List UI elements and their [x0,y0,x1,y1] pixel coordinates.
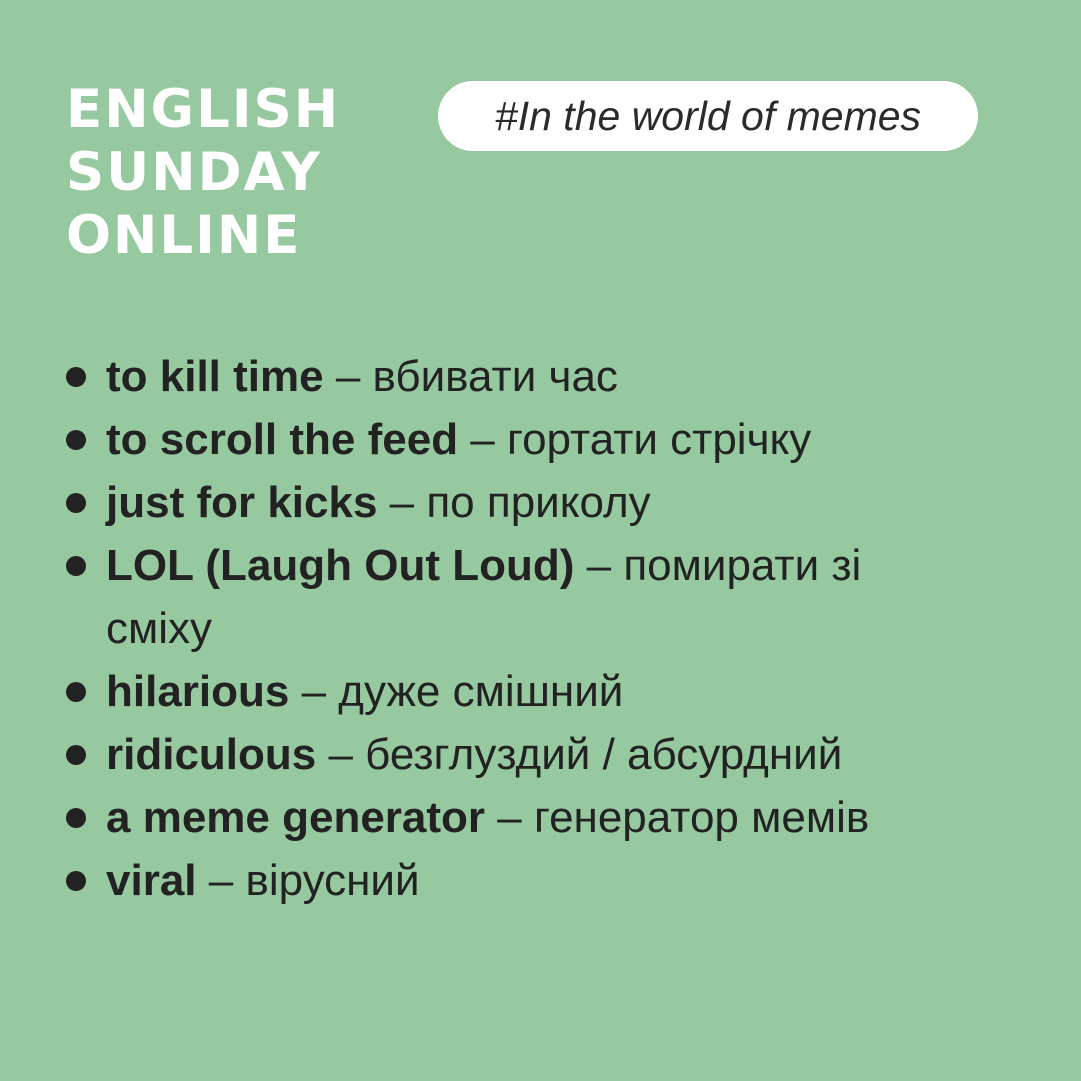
vocab-term: LOL (Laugh Out Loud) [106,541,575,590]
vocab-item: viral – вірусний [66,849,1046,912]
vocab-item: a meme generator – генератор мемів [66,786,1046,849]
vocab-translation: по приколу [426,478,651,527]
vocab-term: to scroll the feed [106,415,459,464]
vocab-item: to kill time – вбивати час [66,345,1046,408]
vocabulary-list: to kill time – вбивати час to scroll the… [66,345,1046,912]
vocab-translation: безглуздий / абсурдний [365,730,843,779]
vocab-item: hilarious – дуже смішний [66,660,1046,723]
topic-tag: #In the world of memes [438,81,978,151]
vocab-term: a meme generator [106,793,486,842]
vocab-separator: – [458,415,507,464]
vocab-separator: – [289,667,339,716]
brand-line-1: ENGLISH [66,79,341,140]
vocab-item: to scroll the feed – гортати стрічку [66,408,836,471]
vocab-translation: дуже смішний [338,667,624,716]
vocab-translation: вбивати час [372,352,618,401]
vocab-item: LOL (Laugh Out Loud) – помирати зі сміху [66,534,966,660]
brand-line-2: SUNDAY [66,142,322,203]
bullet-icon [66,367,86,387]
vocab-item: just for kicks – по приколу [66,471,1046,534]
vocab-separator: – [323,352,373,401]
bullet-icon [66,556,86,576]
vocab-translation: гортати стрічку [507,415,812,464]
vocab-term: viral [106,856,197,905]
bullet-icon [66,808,86,828]
topic-tag-label: #In the world of memes [494,92,922,139]
brand-logo: ENGLISH SUNDAY ONLINE [66,78,340,267]
vocab-separator: – [377,478,427,527]
bullet-icon [66,745,86,765]
vocab-separator: – [574,541,624,590]
vocab-term: just for kicks [106,478,378,527]
vocab-term: to kill time [106,352,324,401]
bullet-icon [66,682,86,702]
bullet-icon [66,430,86,450]
vocab-translation: вірусний [245,856,420,905]
brand-line-3: ONLINE [66,205,302,266]
vocab-term: ridiculous [106,730,317,779]
bullet-icon [66,493,86,513]
vocab-separator: – [316,730,366,779]
vocab-translation: генератор мемів [533,793,870,842]
bullet-icon [66,871,86,891]
vocab-item: ridiculous – безглуздий / абсурдний [66,723,1046,786]
vocab-separator: – [485,793,534,842]
vocab-term: hilarious [106,667,290,716]
vocab-separator: – [196,856,246,905]
